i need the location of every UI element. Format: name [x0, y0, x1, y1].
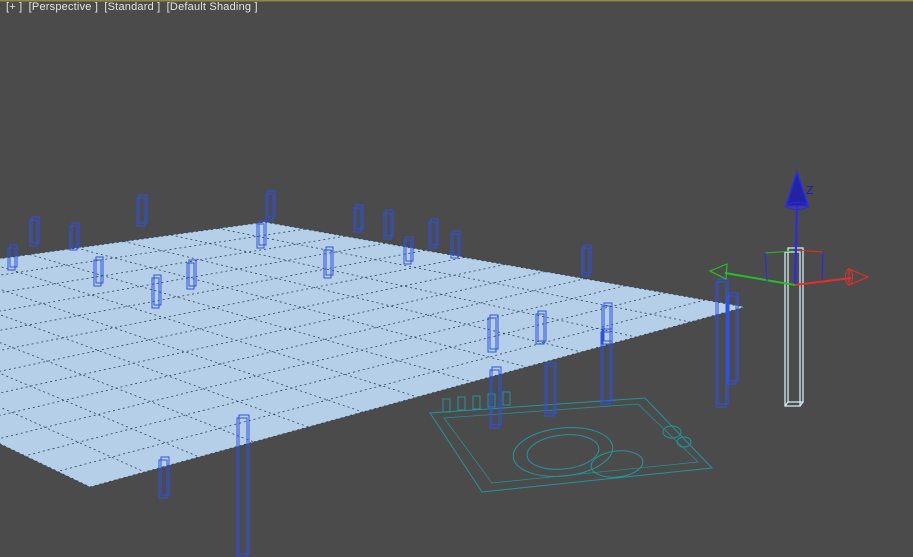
gizmo-z-label: Z	[806, 184, 814, 197]
viewport-label-bar: [+ ] [Perspective ] [Standard ] [Default…	[6, 1, 261, 13]
viewport-shading-menu[interactable]: [Default Shading ]	[167, 1, 258, 13]
viewport: Z [+ ] [Perspective ] [Standard ] [Defau…	[0, 0, 913, 557]
viewport-general-menu[interactable]: [+ ]	[6, 1, 22, 13]
viewport-canvas[interactable]: Z	[0, 0, 913, 557]
viewport-renderer-menu[interactable]: [Standard ]	[104, 1, 160, 13]
viewport-pov-menu[interactable]: [Perspective ]	[29, 1, 98, 13]
